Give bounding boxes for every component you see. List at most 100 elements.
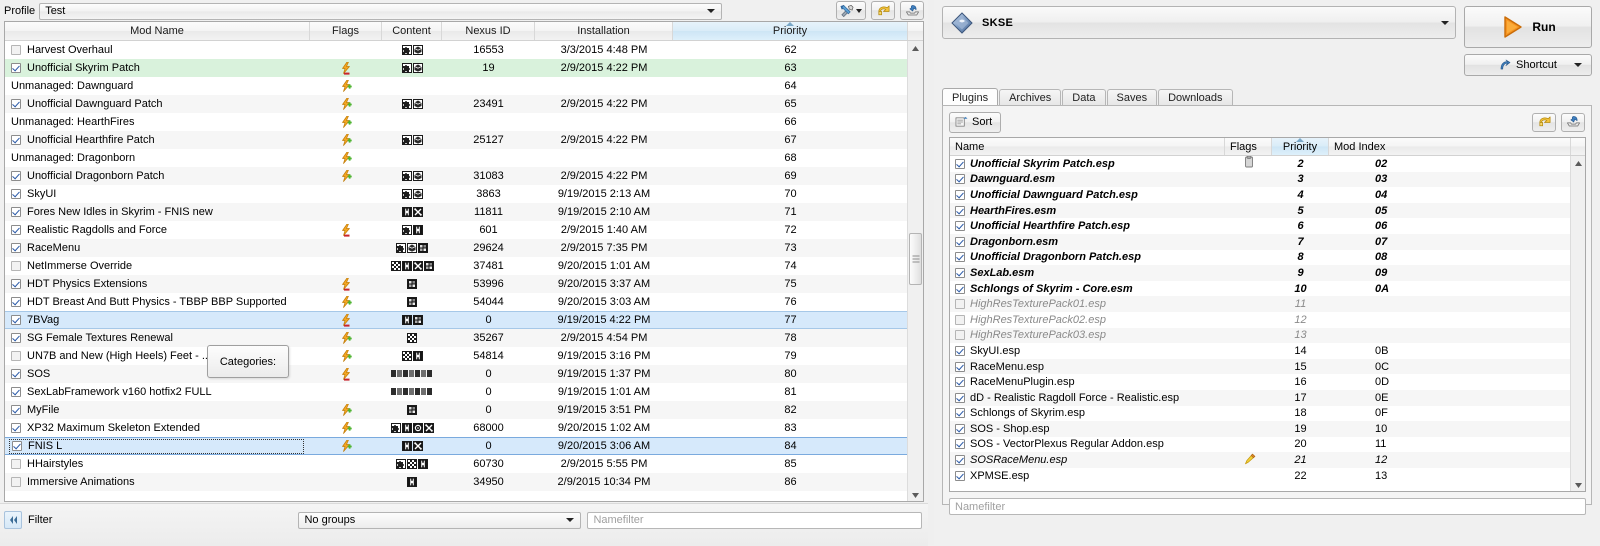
- mod-name[interactable]: Realistic Ragdolls and Force: [5, 221, 310, 238]
- plugin-enabled-checkbox[interactable]: [955, 423, 965, 434]
- table-row[interactable]: Unmanaged: HearthFires 66: [5, 113, 923, 131]
- table-row[interactable]: SkyUI 3863 9/19/2015 2:13 AM 70: [5, 185, 923, 203]
- plugin-column-header-mod-index[interactable]: Mod Index: [1329, 138, 1571, 155]
- plugin-enabled-checkbox[interactable]: [955, 252, 965, 263]
- plugin-enabled-checkbox[interactable]: [955, 236, 965, 247]
- mod-name[interactable]: Unmanaged: Dawnguard: [5, 77, 310, 94]
- mod-name[interactable]: Unofficial Skyrim Patch: [5, 59, 310, 76]
- mod-name-cell[interactable]: Unofficial Dawnguard Patch: [11, 98, 163, 110]
- plugin-enabled-checkbox[interactable]: [955, 408, 965, 419]
- export-plugin-order-button[interactable]: [1561, 112, 1585, 132]
- plugin-namefilter-input[interactable]: Namefilter: [949, 498, 1586, 515]
- mod-list-table[interactable]: Mod Name Flags Content Nexus ID Installa…: [4, 21, 924, 502]
- column-header-content[interactable]: Content: [382, 22, 442, 40]
- table-row[interactable]: SexLabFramework v160 hotfix2 FULL 0 9/19/2…: [5, 383, 923, 401]
- mod-name-cell[interactable]: NetImmerse Override: [11, 260, 132, 272]
- list-item[interactable]: RaceMenu.esp 15 0C: [950, 358, 1585, 375]
- table-row[interactable]: Unofficial Dawnguard Patch 23491 2/9/2015 …: [5, 95, 923, 113]
- plugin-name-cell[interactable]: RaceMenuPlugin.esp: [950, 374, 1225, 390]
- mod-name-cell[interactable]: 7BVag: [11, 314, 59, 326]
- plugin-name-cell[interactable]: SOS - Shop.esp: [950, 421, 1225, 437]
- export-button[interactable]: [900, 1, 924, 20]
- list-item[interactable]: Unofficial Skyrim Patch.esp 2 02: [950, 156, 1585, 172]
- mod-name-cell[interactable]: Harvest Overhaul: [11, 44, 113, 56]
- shortcut-button[interactable]: Shortcut: [1464, 54, 1592, 76]
- table-row[interactable]: Immersive Animations 34950 2/9/2015 10:34 …: [5, 473, 923, 491]
- collapse-filter-button[interactable]: [4, 511, 22, 529]
- mod-enabled-checkbox[interactable]: [11, 62, 21, 73]
- mod-list-scrollbar[interactable]: [907, 41, 923, 501]
- table-row[interactable]: Unmanaged: Dragonborn 68: [5, 149, 923, 167]
- mod-enabled-checkbox[interactable]: [11, 422, 21, 433]
- plugin-list-table[interactable]: Name Flags Priority Mod Index Unofficial…: [949, 137, 1586, 492]
- mod-name[interactable]: 7BVag: [5, 312, 310, 328]
- mod-name-cell[interactable]: XP32 Maximum Skeleton Extended: [11, 422, 200, 434]
- table-row[interactable]: Unofficial Dragonborn Patch 31083 2/9/2015…: [5, 167, 923, 185]
- mod-name[interactable]: Fores New Idles in Skyrim - FNIS new: [5, 203, 310, 220]
- mod-name[interactable]: Immersive Animations: [5, 473, 310, 490]
- table-row[interactable]: 7BVag 0 9/19/2015 4:22 PM 77: [5, 311, 923, 329]
- mod-enabled-checkbox[interactable]: [11, 170, 21, 181]
- list-item[interactable]: Unofficial Hearthfire Patch.esp 6 06: [950, 218, 1585, 234]
- table-row[interactable]: SG Female Textures Renewal 35267 2/9/2015 …: [5, 329, 923, 347]
- mod-name[interactable]: Unmanaged: HearthFires: [5, 113, 310, 130]
- list-item[interactable]: Unofficial Dawnguard Patch.esp 4 04: [950, 187, 1585, 203]
- mod-name-cell[interactable]: Unmanaged: Dragonborn: [11, 152, 135, 164]
- plugin-enabled-checkbox[interactable]: [955, 361, 965, 372]
- tab-saves[interactable]: Saves: [1106, 89, 1158, 106]
- table-row[interactable]: HDT Physics Extensions 53996 9/20/2015 3:3…: [5, 275, 923, 293]
- plugin-name-cell[interactable]: Schlongs of Skyrim.esp: [950, 406, 1225, 422]
- plugin-name-cell[interactable]: Unofficial Skyrim Patch.esp: [950, 156, 1225, 172]
- list-item[interactable]: Dawnguard.esm 3 03: [950, 171, 1585, 188]
- plugin-column-header-flags[interactable]: Flags: [1225, 138, 1272, 155]
- column-header-installation[interactable]: Installation: [535, 22, 673, 40]
- plugin-enabled-checkbox[interactable]: [955, 455, 965, 466]
- mod-enabled-checkbox[interactable]: [11, 296, 21, 307]
- plugin-enabled-checkbox[interactable]: [955, 267, 965, 278]
- list-item[interactable]: XPMSE.esp 22 13: [950, 468, 1585, 484]
- mod-name-cell[interactable]: MyFile: [11, 404, 59, 416]
- profile-select[interactable]: Test: [39, 2, 722, 20]
- mod-name[interactable]: FNIS L: [5, 438, 310, 454]
- restore-plugin-order-button[interactable]: [1532, 112, 1556, 132]
- executable-select[interactable]: SKSE: [942, 6, 1456, 39]
- plugin-enabled-checkbox[interactable]: [955, 330, 965, 341]
- table-row[interactable]: HHairstyles 60730 2/9/2015 5:55 PM 85: [5, 455, 923, 473]
- table-row[interactable]: UN7B and New (High Heels) Feet - ...Repl…: [5, 347, 923, 365]
- mod-name[interactable]: MyFile: [5, 401, 310, 418]
- column-header-mod-name[interactable]: Mod Name: [5, 22, 310, 40]
- plugin-name-cell[interactable]: HighResTexturePack01.esp: [950, 296, 1225, 312]
- mod-name[interactable]: SkyUI: [5, 185, 310, 202]
- table-row[interactable]: SOS 0 9/19/2015 1:37 PM 80: [5, 365, 923, 383]
- mod-name-cell[interactable]: SG Female Textures Renewal: [11, 332, 173, 344]
- plugin-enabled-checkbox[interactable]: [955, 345, 965, 356]
- list-item[interactable]: SkyUI.esp 14 0B: [950, 343, 1585, 359]
- table-row[interactable]: MyFile 0 9/19/2015 3:51 PM 82: [5, 401, 923, 419]
- plugin-name-cell[interactable]: Schlongs of Skyrim - Core.esm: [950, 281, 1225, 297]
- mod-name[interactable]: RaceMenu: [5, 239, 310, 256]
- group-select[interactable]: No groups: [298, 511, 582, 529]
- list-item[interactable]: HearthFires.esm 5 05: [950, 202, 1585, 219]
- mod-name-cell[interactable]: FNIS L: [9, 438, 304, 454]
- mod-name-cell[interactable]: RaceMenu: [11, 242, 80, 254]
- mod-name-cell[interactable]: SexLabFramework v160 hotfix2 FULL: [11, 386, 212, 398]
- table-row[interactable]: RaceMenu 29624 2/9/2015 7:35 PM 73: [5, 239, 923, 257]
- mod-enabled-checkbox[interactable]: [11, 134, 21, 145]
- mod-name[interactable]: HDT Physics Extensions: [5, 275, 310, 292]
- mod-enabled-checkbox[interactable]: [11, 44, 21, 55]
- mod-enabled-checkbox[interactable]: [11, 188, 21, 199]
- table-row[interactable]: XP32 Maximum Skeleton Extended 68000 9/20/…: [5, 419, 923, 437]
- list-item[interactable]: SOSRaceMenu.esp 21 12: [950, 452, 1585, 468]
- plugin-name-cell[interactable]: SkyUI.esp: [950, 343, 1225, 359]
- table-row[interactable]: Fores New Idles in Skyrim - FNIS new 1181…: [5, 203, 923, 221]
- mod-name[interactable]: HDT Breast And Butt Physics - TBBP BBP S…: [5, 293, 310, 310]
- list-item[interactable]: SOS - VectorPlexus Regular Addon.esp 20 11: [950, 437, 1585, 453]
- plugin-column-header-name[interactable]: Name: [950, 138, 1225, 155]
- column-header-nexus-id[interactable]: Nexus ID: [442, 22, 535, 40]
- tab-data[interactable]: Data: [1062, 89, 1106, 106]
- plugin-enabled-checkbox[interactable]: [955, 189, 965, 200]
- plugin-enabled-checkbox[interactable]: [955, 392, 965, 403]
- mod-name-cell[interactable]: HDT Breast And Butt Physics - TBBP BBP S…: [11, 296, 287, 308]
- mod-name[interactable]: Unmanaged: Dragonborn: [5, 149, 310, 166]
- plugin-name-cell[interactable]: SexLab.esm: [950, 265, 1225, 281]
